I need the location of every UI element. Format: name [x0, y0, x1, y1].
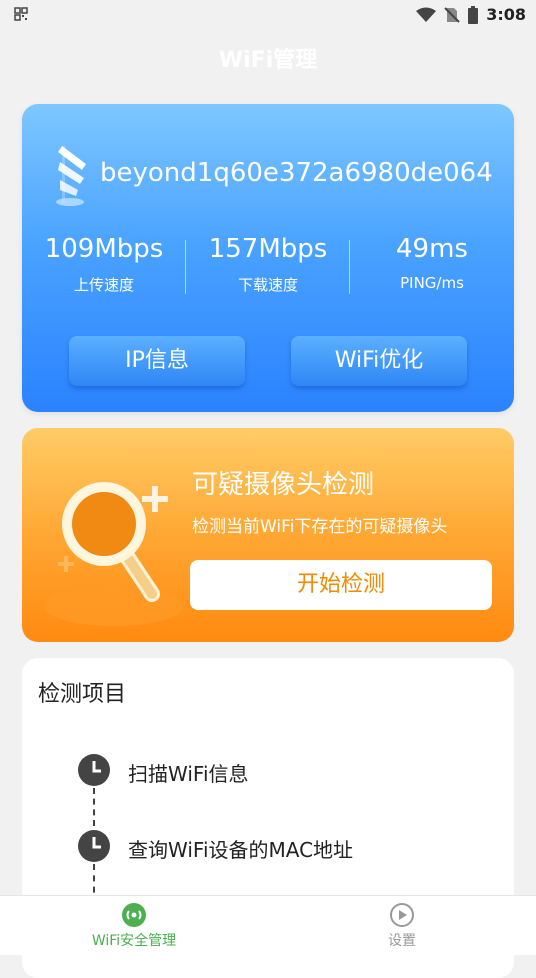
camera-detection-card: 可疑摄像头检测 检测当前WiFi下存在的可疑摄像头 开始检测 — [22, 428, 514, 642]
page-title: WiFi管理 — [218, 48, 318, 73]
clock-icon — [78, 830, 110, 862]
step-query-mac: 查询WiFi设备的MAC地址 — [128, 838, 354, 862]
nav-settings-label: 设置 — [388, 933, 416, 949]
camera-detection-description: 检测当前WiFi下存在的可疑摄像头 — [192, 517, 448, 537]
ping-label: PING/ms — [400, 274, 464, 292]
wifi-info-card: beyond1q60e372a6980de064 109Mbps 上传速度 15… — [22, 104, 514, 412]
wifi-optimize-button[interactable]: WiFi优化 — [291, 336, 467, 386]
upload-speed-stat: 109Mbps 上传速度 — [22, 234, 186, 295]
step-scan-wifi: 扫描WiFi信息 — [128, 762, 249, 786]
upload-speed-label: 上传速度 — [73, 276, 134, 294]
speed-stats: 109Mbps 上传速度 157Mbps 下载速度 49ms PING/ms — [22, 234, 514, 304]
ip-info-button[interactable]: IP信息 — [69, 336, 245, 386]
download-speed-label: 下载速度 — [237, 276, 298, 294]
detection-items-title: 检测项目 — [38, 682, 127, 707]
bottom-navigation: WiFi安全管理 设置 — [0, 895, 536, 955]
camera-detection-title: 可疑摄像头检测 — [192, 470, 375, 500]
status-bar: 3:08 — [0, 0, 536, 30]
wifi-icon — [56, 146, 86, 206]
status-time: 3:08 — [486, 5, 526, 24]
upload-speed-value: 109Mbps — [44, 234, 164, 264]
nav-settings[interactable]: 设置 — [302, 902, 502, 950]
nav-wifi-security-label: WiFi安全管理 — [91, 933, 177, 949]
battery-icon — [468, 5, 479, 24]
clock-icon — [78, 754, 110, 786]
wifi-ssid: beyond1q60e372a6980de064 — [100, 158, 493, 188]
settings-play-icon — [390, 903, 414, 927]
no-sim-icon — [444, 6, 460, 23]
download-speed-stat: 157Mbps 下载速度 — [186, 234, 350, 295]
magnifier-icon — [44, 482, 184, 626]
step-connector — [93, 788, 95, 826]
notification-app-icon — [14, 7, 28, 21]
wifi-security-icon — [122, 903, 146, 927]
nav-wifi-security[interactable]: WiFi安全管理 — [34, 902, 234, 950]
wifi-signal-icon — [416, 7, 437, 22]
start-detection-button[interactable]: 开始检测 — [190, 560, 492, 610]
ping-value: 49ms — [396, 234, 468, 264]
ping-stat: 49ms PING/ms — [350, 234, 514, 292]
download-speed-value: 157Mbps — [208, 234, 328, 264]
